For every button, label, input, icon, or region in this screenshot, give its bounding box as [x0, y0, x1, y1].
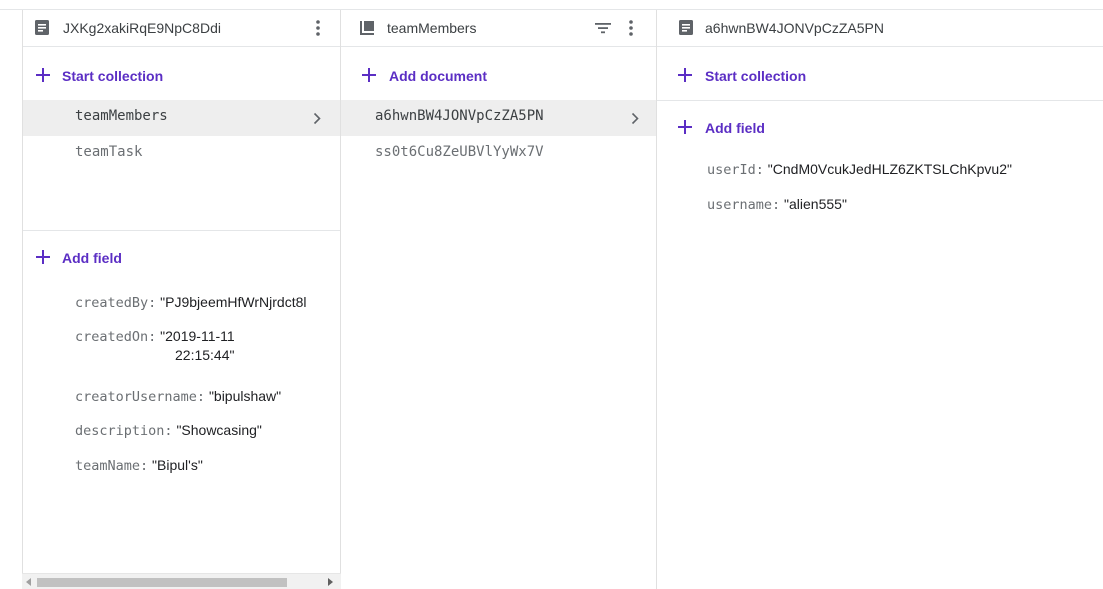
collection-title: teamMembers	[387, 20, 477, 36]
more-vert-icon[interactable]	[313, 19, 323, 37]
start-collection-label: Start collection	[705, 68, 807, 84]
scroll-left-icon[interactable]	[26, 578, 32, 586]
root-document-header: JXKg2xakiRqE9NpC8Ddi	[23, 10, 340, 47]
field-key: description:	[75, 423, 173, 439]
top-bar	[0, 0, 1103, 10]
field-value: "bipulshaw"	[208, 388, 282, 404]
start-collection-button[interactable]: Start collection	[657, 56, 1103, 94]
collection-name: teamTask	[75, 144, 143, 160]
field-key: teamName:	[75, 458, 149, 474]
document-id: ss0t6Cu8ZeUBVlYyWx7V	[375, 144, 544, 160]
collection-panel: teamMembers Add document a6hwnBW4JONVpCz…	[341, 10, 657, 589]
field-team-name[interactable]: teamName: "Bipul's"	[75, 457, 203, 474]
field-value: "Bipul's"	[152, 457, 203, 473]
plus-icon	[362, 68, 376, 82]
horizontal-scrollbar[interactable]	[22, 573, 341, 589]
document-item-ss0t6[interactable]: ss0t6Cu8ZeUBVlYyWx7V	[341, 136, 656, 172]
field-key: creatorUsername:	[75, 389, 206, 405]
field-username[interactable]: username: "alien555"	[707, 196, 847, 213]
chevron-right-icon	[631, 112, 639, 125]
field-value: "alien555"	[784, 196, 847, 212]
section-divider	[23, 230, 340, 231]
root-document-title: JXKg2xakiRqE9NpC8Ddi	[63, 20, 221, 36]
add-field-button[interactable]: Add field	[657, 108, 1103, 146]
field-value: "CndM0VcukJedHLZ6ZKTSLChKpvu2"	[767, 161, 1012, 177]
field-value: "2019-11-11	[160, 328, 235, 344]
add-field-button[interactable]: Add field	[23, 238, 340, 276]
plus-icon	[678, 68, 692, 82]
field-value: "PJ9bjeemHfWrNjrdct8l	[160, 294, 307, 310]
collection-header: teamMembers	[341, 10, 656, 47]
field-key: createdOn:	[75, 329, 157, 345]
field-created-on[interactable]: createdOn: "2019-11-11	[75, 328, 235, 345]
scrollbar-thumb[interactable]	[37, 578, 287, 587]
collection-icon	[360, 21, 374, 35]
add-document-button[interactable]: Add document	[341, 56, 656, 94]
document-icon	[35, 20, 49, 35]
chevron-right-icon	[313, 112, 321, 125]
add-field-label: Add field	[705, 120, 765, 136]
add-document-label: Add document	[389, 68, 487, 84]
filter-icon[interactable]	[595, 22, 611, 34]
field-key: createdBy:	[75, 295, 157, 311]
document-id: a6hwnBW4JONVpCzZA5PN	[375, 108, 544, 124]
scroll-right-icon[interactable]	[327, 578, 333, 586]
document-item-a6hwn[interactable]: a6hwnBW4JONVpCzZA5PN	[341, 100, 656, 136]
root-document-panel: JXKg2xakiRqE9NpC8Ddi Start collection te…	[22, 10, 341, 589]
collection-item-teammembers[interactable]: teamMembers	[23, 100, 340, 136]
more-vert-icon[interactable]	[626, 19, 636, 37]
field-value: "Showcasing"	[176, 422, 262, 438]
collection-item-teamtask[interactable]: teamTask	[23, 136, 340, 172]
document-icon	[679, 20, 693, 35]
start-collection-label: Start collection	[62, 68, 164, 84]
field-value-continued: 22:15:44"	[175, 347, 235, 363]
document-title: a6hwnBW4JONVpCzZA5PN	[705, 20, 884, 36]
field-user-id[interactable]: userId: "CndM0VcukJedHLZ6ZKTSLChKpvu2"	[707, 161, 1012, 178]
start-collection-button[interactable]: Start collection	[23, 56, 340, 94]
add-field-label: Add field	[62, 250, 122, 266]
plus-icon	[36, 68, 50, 82]
field-description[interactable]: description: "Showcasing"	[75, 422, 262, 439]
field-created-by[interactable]: createdBy: "PJ9bjeemHfWrNjrdct8l	[75, 294, 306, 311]
field-key: username:	[707, 197, 781, 213]
section-divider	[657, 100, 1103, 101]
plus-icon	[36, 250, 50, 264]
document-panel: a6hwnBW4JONVpCzZA5PN Start collection Ad…	[657, 10, 1103, 589]
plus-icon	[678, 120, 692, 134]
field-creator-username[interactable]: creatorUsername: "bipulshaw"	[75, 388, 281, 405]
document-header: a6hwnBW4JONVpCzZA5PN	[657, 10, 1103, 47]
field-key: userId:	[707, 162, 764, 178]
collection-name: teamMembers	[75, 108, 168, 124]
